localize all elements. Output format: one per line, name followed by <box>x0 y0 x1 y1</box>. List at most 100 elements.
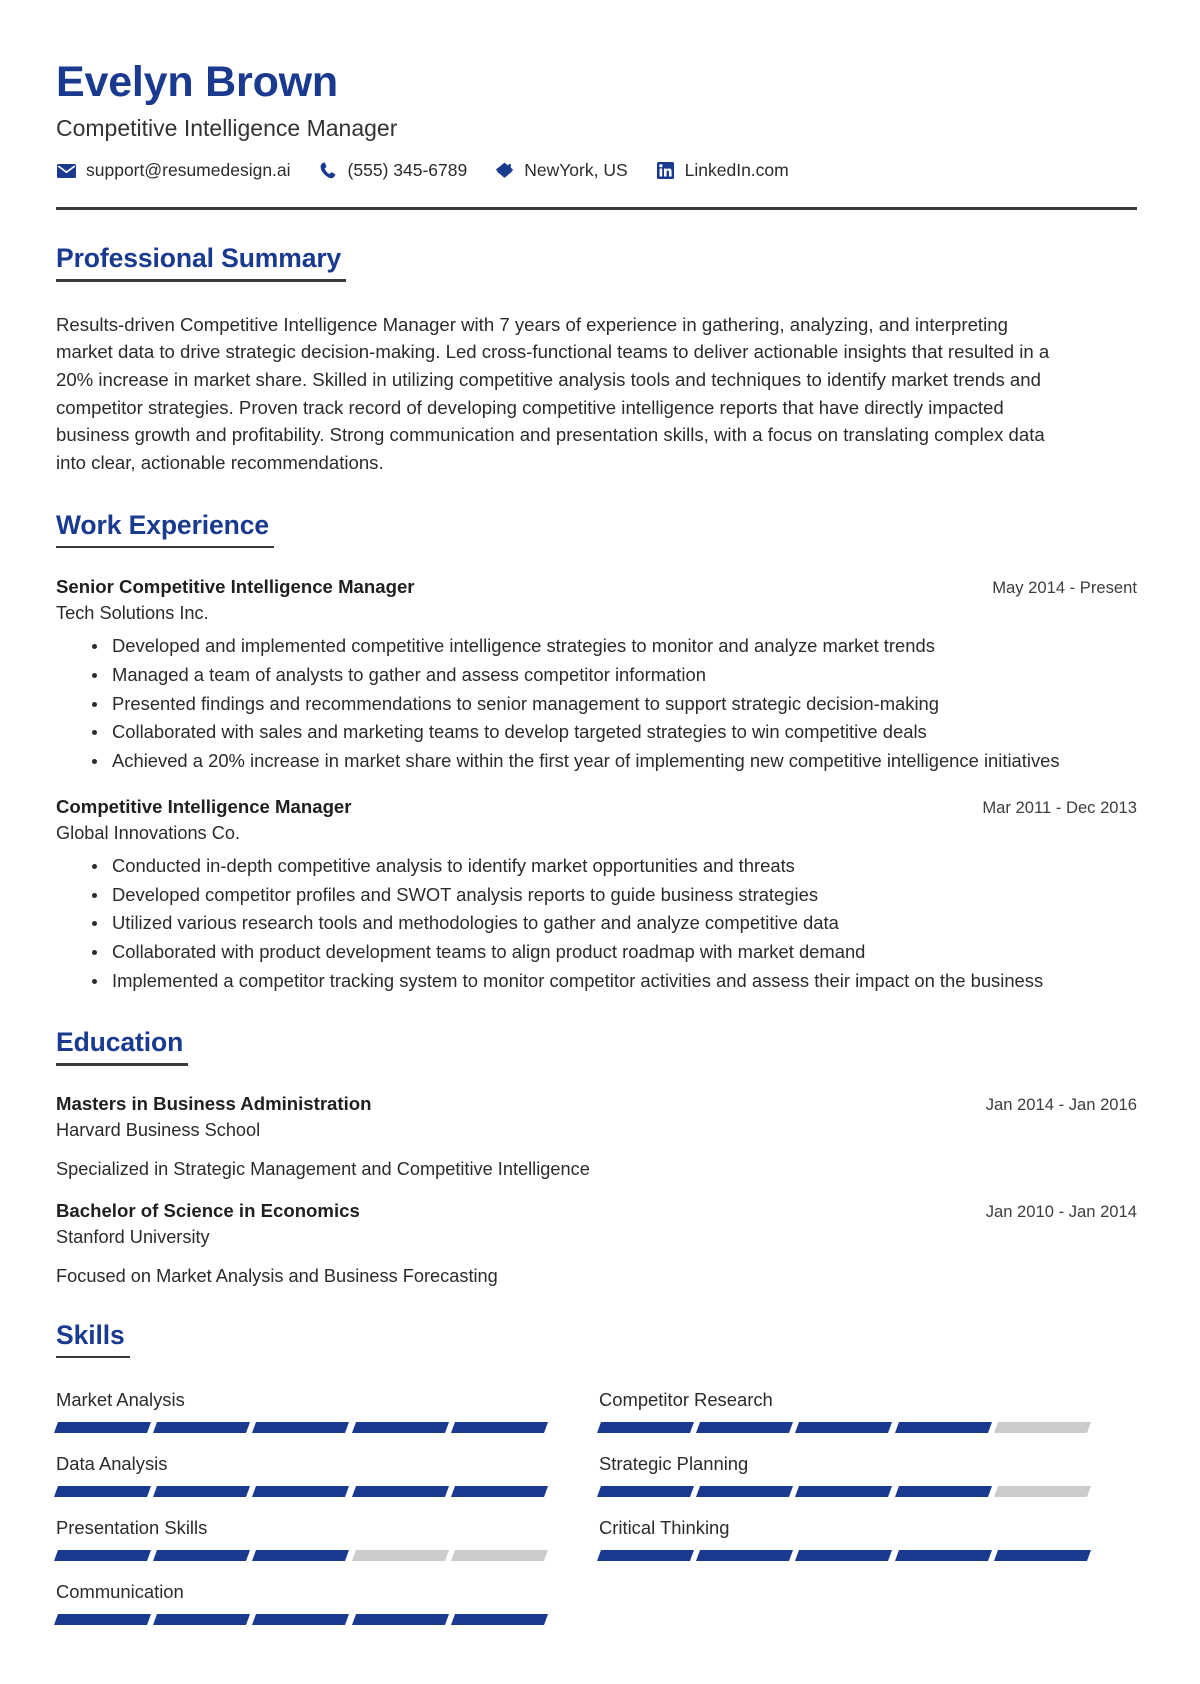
skill-segment <box>53 1614 152 1626</box>
section-title-text: Work Experience <box>56 509 270 540</box>
contact-phone-text: (555) 345-6789 <box>347 160 468 181</box>
skill-segment <box>696 1422 794 1434</box>
skill-level-bar <box>596 1422 1092 1434</box>
section-heading-skills: Skills <box>56 1320 130 1366</box>
education-entry: Masters in Business Administration Jan 2… <box>56 1093 1137 1180</box>
contact-linkedin-text: LinkedIn.com <box>684 160 789 181</box>
skill-segment <box>153 1614 251 1626</box>
skill-segment <box>795 1422 893 1434</box>
work-company: Global Innovations Co. <box>56 822 241 843</box>
skill-segment <box>894 1422 992 1434</box>
list-item: Utilized various research tools and meth… <box>92 910 1077 937</box>
skill-item: Strategic Planning <box>596 1453 1092 1498</box>
skill-segment <box>450 1550 549 1562</box>
skill-segment <box>252 1486 350 1498</box>
contact-row: support@resumedesign.ai (555) 345-6789 N… <box>56 160 1137 181</box>
skill-item: Competitor Research <box>596 1389 1092 1434</box>
work-entry-header: Competitive Intelligence Manager Mar 201… <box>56 796 1137 818</box>
education-note: Focused on Market Analysis and Business … <box>56 1265 498 1286</box>
education-date: Jan 2014 - Jan 2016 <box>985 1094 1137 1114</box>
skill-label: Critical Thinking <box>599 1517 730 1539</box>
list-item: Managed a team of analysts to gather and… <box>92 662 1077 689</box>
resume-header: Evelyn Brown Competitive Intelligence Ma… <box>56 58 1137 211</box>
skill-item: Data Analysis <box>53 1453 549 1498</box>
skill-level-bar <box>596 1486 1092 1498</box>
skill-label: Communication <box>56 1581 184 1603</box>
skill-item: Presentation Skills <box>53 1517 549 1562</box>
envelope-icon <box>56 162 77 180</box>
skill-segment <box>596 1486 695 1498</box>
section-heading-education: Education <box>56 1027 189 1073</box>
work-entry: Competitive Intelligence Manager Mar 201… <box>56 796 1137 994</box>
skill-segment <box>351 1486 449 1498</box>
contact-email[interactable]: support@resumedesign.ai <box>56 160 291 181</box>
skill-segment <box>252 1614 350 1626</box>
education-date: Jan 2010 - Jan 2014 <box>985 1201 1137 1221</box>
skill-label: Data Analysis <box>56 1453 168 1475</box>
skill-segment <box>993 1422 1092 1434</box>
contact-linkedin[interactable]: LinkedIn.com <box>655 160 789 181</box>
work-bullet-list: Conducted in-depth competitive analysis … <box>56 853 1137 994</box>
education-degree: Bachelor of Science in Economics <box>56 1199 360 1221</box>
skill-segment <box>351 1422 449 1434</box>
skill-label: Market Analysis <box>56 1389 185 1411</box>
section-underline <box>56 1355 130 1359</box>
skill-segment <box>252 1550 350 1562</box>
home-icon <box>494 162 515 180</box>
section-title-text: Education <box>56 1027 184 1058</box>
education-note: Specialized in Strategic Management and … <box>56 1158 590 1179</box>
education-school: Harvard Business School <box>56 1119 261 1140</box>
skill-level-bar <box>53 1422 549 1434</box>
education-entry: Bachelor of Science in Economics Jan 201… <box>56 1200 1137 1287</box>
skill-segment <box>53 1422 152 1434</box>
section-skills: Skills Market Analysis Competitor Resear… <box>53 1320 1137 1646</box>
candidate-name: Evelyn Brown <box>56 58 338 106</box>
section-underline <box>56 279 347 282</box>
phone-icon <box>318 162 339 180</box>
linkedin-icon <box>655 162 676 180</box>
skill-item: Communication <box>53 1581 549 1626</box>
skill-segment <box>894 1486 992 1498</box>
skill-segment <box>696 1550 794 1562</box>
work-entry-header: Senior Competitive Intelligence Manager … <box>56 576 1137 598</box>
skill-item: Market Analysis <box>53 1389 549 1434</box>
skill-segment <box>596 1550 695 1562</box>
candidate-job-title: Competitive Intelligence Manager <box>56 115 398 142</box>
section-professional-summary: Professional Summary Results-driven Comp… <box>56 243 1137 477</box>
skills-grid: Market Analysis Competitor Research Data… <box>53 1389 1137 1645</box>
work-role: Competitive Intelligence Manager <box>56 795 352 817</box>
skill-level-bar <box>596 1550 1092 1562</box>
skill-level-bar <box>53 1486 549 1498</box>
skill-segment <box>696 1486 794 1498</box>
list-item: Conducted in-depth competitive analysis … <box>92 853 1077 880</box>
section-heading-work: Work Experience <box>56 509 275 556</box>
summary-paragraph: Results-driven Competitive Intelligence … <box>56 313 1050 474</box>
skill-label: Presentation Skills <box>56 1517 208 1539</box>
skill-level-bar <box>53 1550 549 1562</box>
work-bullet-list: Developed and implemented competitive in… <box>56 633 1137 774</box>
skill-segment <box>450 1486 549 1498</box>
skill-segment <box>351 1614 449 1626</box>
list-item: Collaborated with product development te… <box>92 939 1077 966</box>
contact-location-text: NewYork, US <box>524 160 628 181</box>
skill-label: Competitor Research <box>599 1389 773 1411</box>
list-item: Implemented a competitor tracking system… <box>92 968 1077 995</box>
list-item: Developed and implemented competitive in… <box>92 633 1077 660</box>
header-divider <box>56 207 1137 211</box>
contact-phone[interactable]: (555) 345-6789 <box>318 160 468 181</box>
list-item: Developed competitor profiles and SWOT a… <box>92 882 1077 909</box>
work-role: Senior Competitive Intelligence Manager <box>56 576 415 598</box>
education-degree: Masters in Business Administration <box>56 1092 372 1114</box>
skill-segment <box>795 1550 893 1562</box>
skill-segment <box>993 1550 1092 1562</box>
contact-location[interactable]: NewYork, US <box>494 160 628 181</box>
section-underline <box>56 1063 189 1066</box>
skill-segment <box>351 1550 449 1562</box>
skill-item: Critical Thinking <box>596 1517 1092 1562</box>
section-underline <box>56 545 275 549</box>
skill-level-bar <box>53 1614 549 1626</box>
contact-email-text: support@resumedesign.ai <box>86 160 291 181</box>
skill-segment <box>153 1550 251 1562</box>
work-company: Tech Solutions Inc. <box>56 603 209 624</box>
education-entry-header: Masters in Business Administration Jan 2… <box>56 1093 1137 1115</box>
